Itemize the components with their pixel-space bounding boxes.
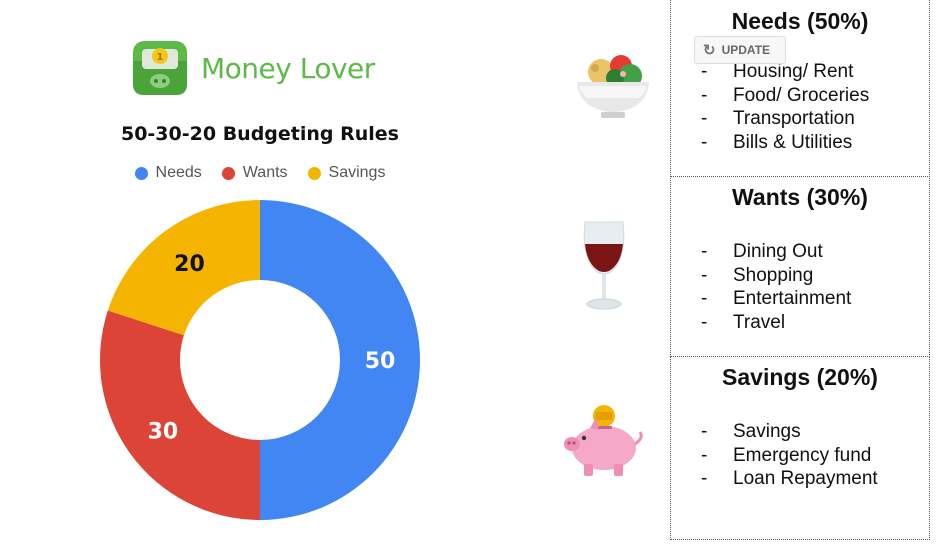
piggy-bank-icon	[564, 405, 643, 476]
legend-item-savings[interactable]: Savings	[307, 164, 386, 182]
list-item: - Shopping	[701, 264, 814, 286]
wine-glass-icon	[583, 221, 625, 310]
donut-slice-needs[interactable]	[260, 200, 420, 520]
donut-slice-wants[interactable]	[99, 310, 260, 520]
legend-label-needs: Needs	[155, 164, 202, 181]
data-label-wants: 30	[148, 420, 179, 445]
svg-text:1: 1	[157, 52, 164, 63]
savings-list: - Savings - Emergency fund - Loan Repayment	[701, 420, 878, 491]
legend-label-wants: Wants	[242, 164, 288, 181]
refresh-icon: ↻	[703, 42, 716, 59]
money-lover-logo-icon: 1	[133, 41, 187, 95]
data-label-savings: 20	[174, 252, 205, 277]
legend-item-needs[interactable]: Needs	[134, 164, 202, 182]
needs-panel: Needs (50%) - Housing/ Rent - Food/ Grocer…	[670, 0, 930, 177]
needs-panel-title: Needs (50%)	[731, 8, 869, 34]
list-item: - Entertainment	[701, 288, 852, 309]
app-logo: 1 Money Lover	[133, 41, 375, 95]
list-item: - Loan Repayment	[701, 468, 878, 489]
list-item: - Transportation	[701, 108, 855, 129]
legend-label-savings: Savings	[328, 164, 386, 181]
list-item: - Travel	[701, 311, 786, 333]
legend-dot-needs	[134, 166, 148, 180]
list-item: - Bills & Utilities	[701, 131, 853, 153]
needs-list: - Housing/ Rent - Food/ Groceries - Transpo…	[701, 60, 869, 154]
list-item: - Food/ Groceries	[701, 84, 870, 106]
savings-panel: Savings (20%) - Savings - Emergency fund -…	[670, 356, 930, 540]
salad-bowl-icon	[577, 55, 649, 118]
chart-title: 50-30-20 Budgeting Rules	[120, 123, 399, 145]
wants-panel: Wants (30%) - Dining Out - Shopping - Enter…	[670, 176, 930, 357]
chart-legend: Needs Wants Savings	[110, 164, 410, 182]
list-item: - Dining Out	[701, 241, 823, 262]
donut-chart: 50 30 20	[99, 200, 420, 520]
savings-panel-title: Savings (20%)	[722, 364, 878, 390]
data-label-needs: 50	[365, 349, 396, 374]
legend-item-wants[interactable]: Wants	[221, 164, 288, 182]
wants-panel-title: Wants (30%)	[732, 184, 868, 210]
legend-dot-savings	[307, 166, 321, 180]
legend-dot-wants	[221, 166, 235, 180]
update-button[interactable]: ↻ UPDATE	[694, 36, 786, 64]
list-item: - Emergency fund	[701, 444, 872, 466]
wants-list: - Dining Out - Shopping - Entertainment - Tr…	[701, 240, 851, 334]
list-item: - Savings	[701, 421, 801, 442]
update-button-label: UPDATE	[721, 43, 771, 57]
app-name: Money Lover	[201, 51, 375, 85]
